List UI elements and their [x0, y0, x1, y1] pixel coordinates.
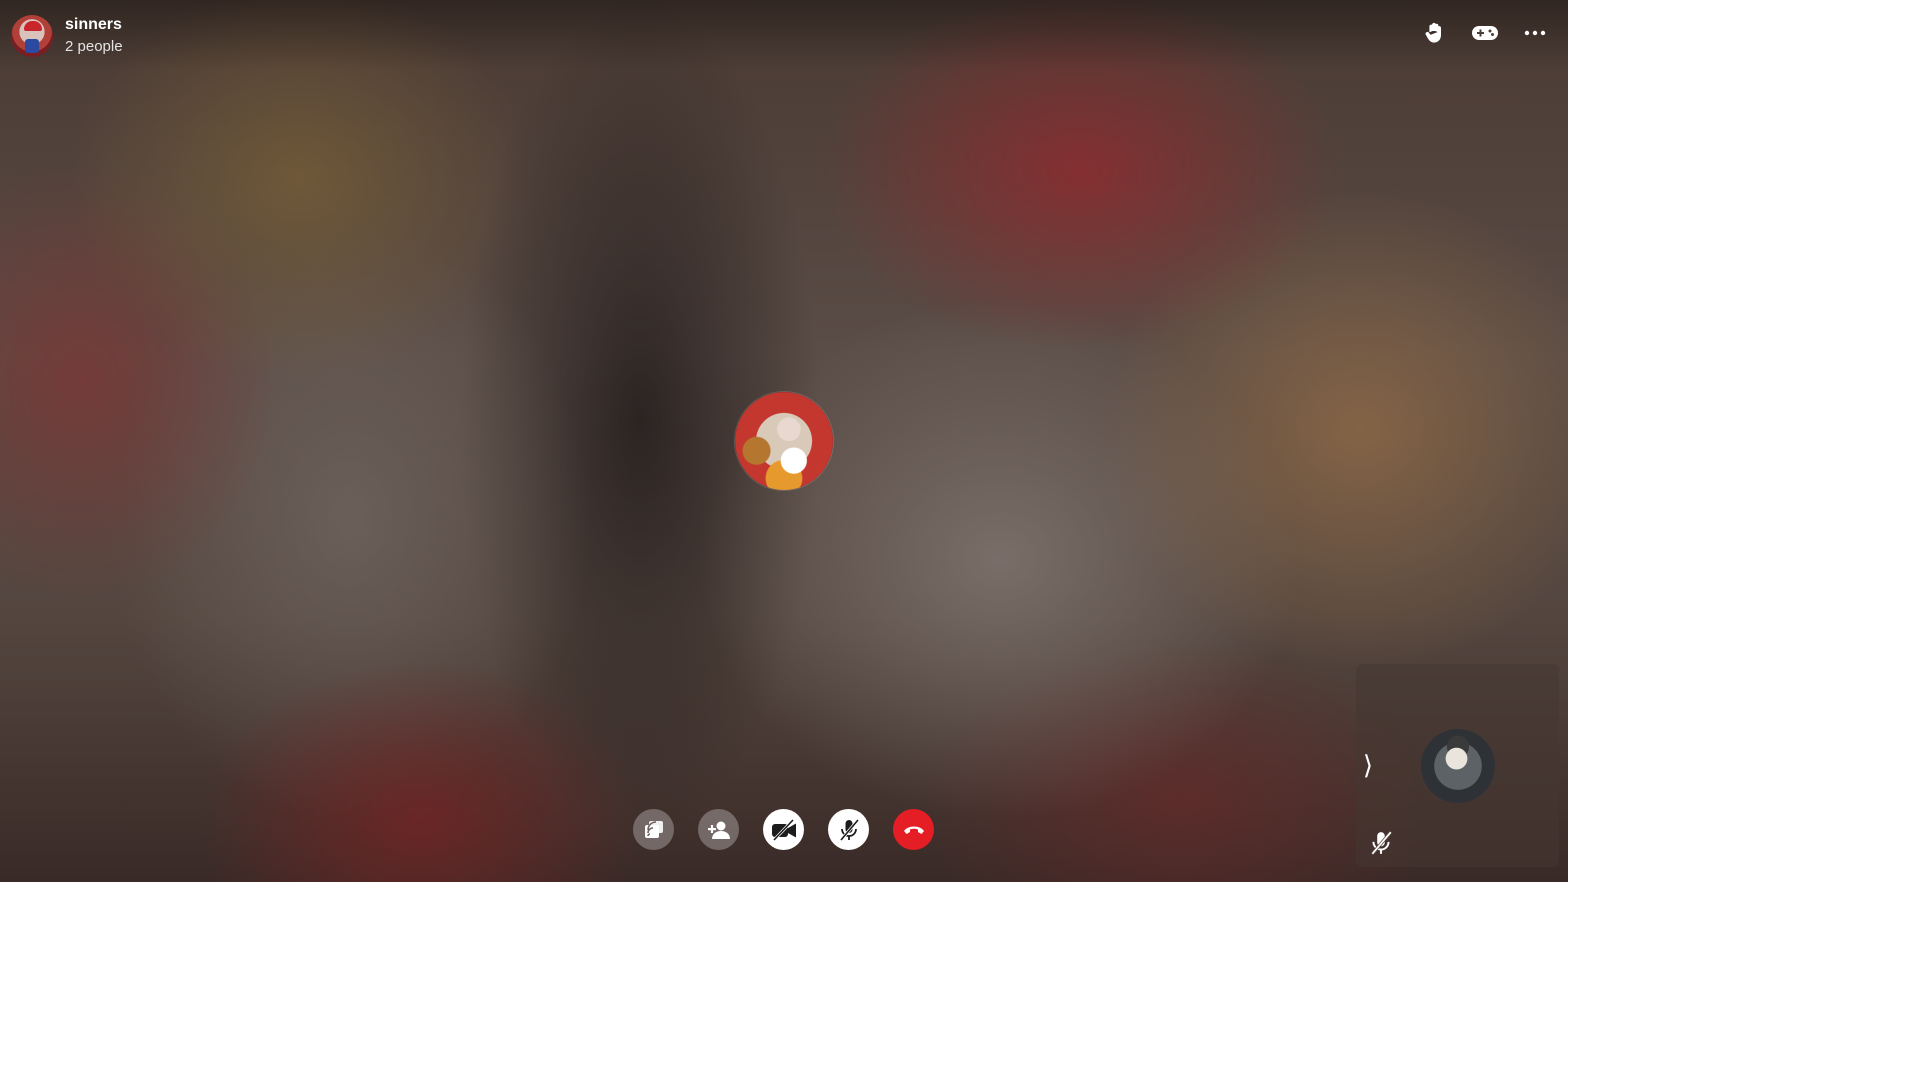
participant-count: 2 people — [65, 38, 123, 55]
group-text: sinners 2 people — [65, 14, 123, 58]
microphone-toggle-button[interactable] — [828, 809, 869, 850]
more-horizontal-icon — [1524, 30, 1546, 36]
call-screen: sinners 2 people ⟩ — [0, 0, 1568, 882]
raise-hand-button[interactable] — [1420, 18, 1450, 48]
mic-off-icon — [1371, 831, 1392, 855]
top-actions — [1420, 18, 1550, 48]
phone-hangup-icon — [903, 826, 924, 834]
top-bar — [0, 0, 1568, 70]
avatar-figure-hat — [24, 21, 42, 31]
call-controls — [633, 809, 934, 850]
avatar-figure-body — [25, 39, 39, 53]
self-view-tile[interactable]: ⟩ — [1356, 664, 1559, 867]
group-avatar[interactable] — [11, 15, 53, 57]
hand-wave-icon — [1425, 22, 1441, 43]
group-info: sinners 2 people — [11, 14, 123, 58]
group-name[interactable]: sinners — [65, 14, 123, 36]
video-off-icon — [771, 818, 796, 841]
camera-toggle-button[interactable] — [763, 809, 804, 850]
remote-participant-avatar — [735, 392, 833, 490]
gamepad-icon — [1472, 26, 1498, 40]
collapse-self-view-button[interactable]: ⟩ — [1358, 748, 1378, 782]
self-avatar — [1421, 729, 1495, 803]
cast-icon — [644, 820, 663, 838]
mic-off-icon — [839, 818, 859, 841]
games-button[interactable] — [1470, 18, 1500, 48]
end-call-button[interactable] — [893, 809, 934, 850]
add-person-button[interactable] — [698, 809, 739, 850]
share-screen-button[interactable] — [633, 809, 674, 850]
add-person-icon — [707, 821, 730, 839]
self-muted-indicator — [1367, 829, 1395, 857]
more-options-button[interactable] — [1520, 18, 1550, 48]
